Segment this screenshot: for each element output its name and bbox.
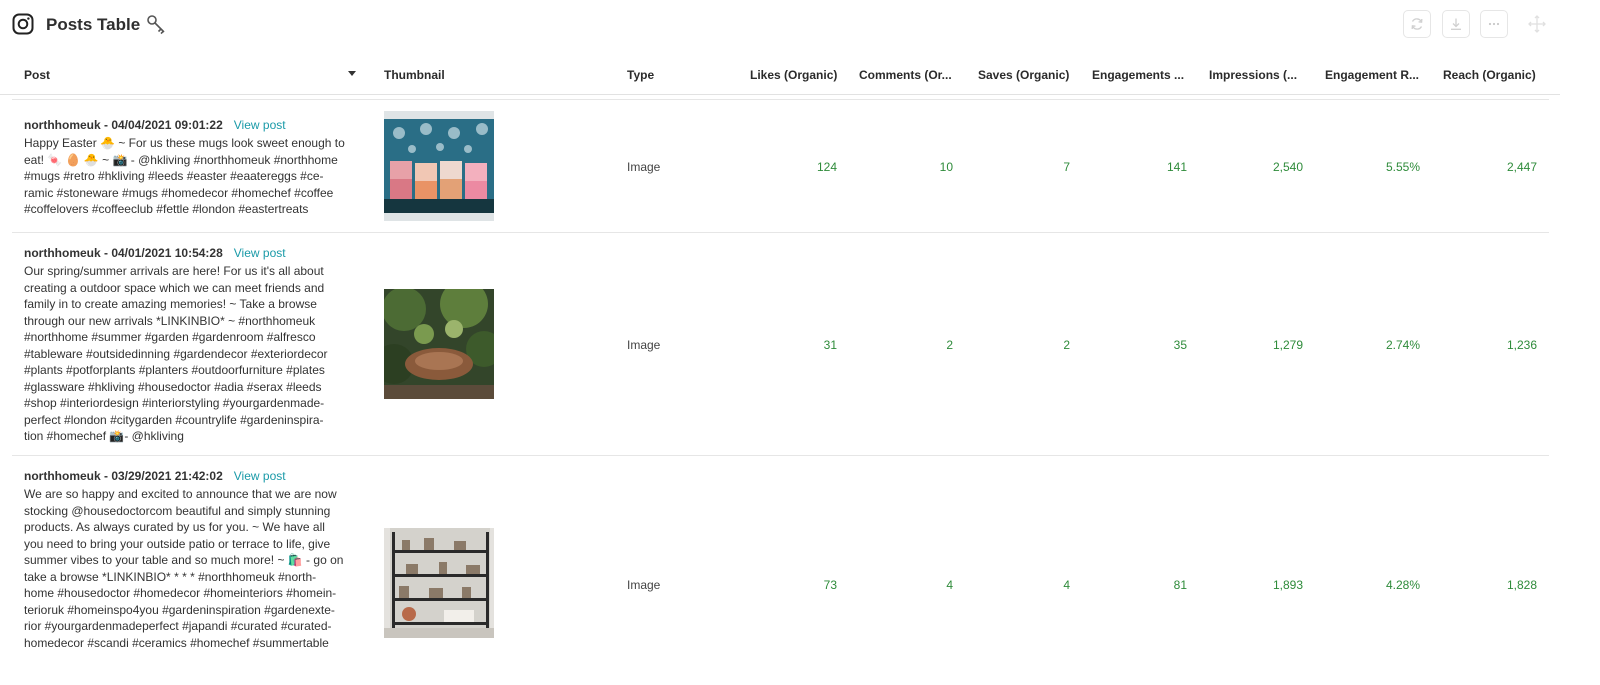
page-title: Posts Table [46,15,141,34]
post-caption: We are so happy and excited to announce … [24,487,344,650]
refresh-button[interactable] [1403,10,1431,38]
likes-value: 31 [823,338,837,352]
thumbnail-image-mugs [384,111,494,221]
widget-header: Posts Table [0,0,1600,52]
engagements-value: 35 [1173,338,1187,352]
download-button[interactable] [1442,10,1470,38]
post-thumbnail[interactable] [384,289,494,399]
post-header: northhomeuk - 03/29/2021 21:42:02 View po… [24,469,286,483]
table-row: northhomeuk - 04/04/2021 09:01:22 View po… [12,100,1549,233]
column-header-type[interactable]: Type [627,68,654,82]
view-post-link[interactable]: View post [234,118,286,132]
saves-value: 4 [1063,578,1070,592]
post-type: Image [627,338,661,352]
view-post-link[interactable]: View post [234,469,286,483]
thumbnail-image-garden [384,289,494,399]
comments-value: 4 [946,578,953,592]
post-account-date: northhomeuk - 03/29/2021 21:42:02 [24,469,223,483]
column-header-engagement-rate[interactable]: Engagement R... [1325,68,1419,82]
saves-value: 7 [1063,160,1070,174]
download-icon [1451,18,1461,30]
column-header-reach[interactable]: Reach (Organic) [1443,68,1536,82]
column-header-engagements[interactable]: Engagements ... [1092,68,1184,82]
reach-value: 1,236 [1506,338,1537,352]
reach-value: 2,447 [1506,160,1537,174]
post-thumbnail[interactable] [384,528,494,638]
post-account-date: northhomeuk - 04/01/2021 10:54:28 [24,246,223,260]
engagements-value: 81 [1173,578,1187,592]
table-header: Post Thumbnail Type Likes (Organic) Comm… [0,60,1560,95]
comments-value: 2 [946,338,953,352]
table-row: northhomeuk - 03/29/2021 21:42:02 View po… [12,455,1549,685]
likes-value: 73 [823,578,837,592]
engagement-rate-value: 4.28% [1385,578,1420,592]
thumbnail-image-shelves [384,528,494,638]
comments-value: 10 [939,160,953,174]
post-type: Image [627,160,661,174]
impressions-value: 1,893 [1272,578,1303,592]
table-row: northhomeuk - 04/01/2021 10:54:28 View po… [12,232,1549,456]
post-type: Image [627,578,661,592]
saves-value: 2 [1063,338,1070,352]
move-icon[interactable] [1527,14,1547,34]
instagram-icon [12,13,34,35]
view-post-link[interactable]: View post [234,246,286,260]
post-caption: Happy Easter 🐣 ~ For us these mugs look … [24,136,345,216]
refresh-icon [1411,18,1423,30]
post-account-date: northhomeuk - 04/04/2021 09:01:22 [24,118,223,132]
likes-value: 124 [816,160,837,174]
more-icon [1488,22,1500,26]
key-icon[interactable] [146,14,166,36]
post-header: northhomeuk - 04/04/2021 09:01:22 View po… [24,118,286,132]
more-options-button[interactable] [1480,10,1508,38]
engagements-value: 141 [1166,160,1187,174]
column-header-comments[interactable]: Comments (Or... [859,68,952,82]
column-header-post[interactable]: Post [24,68,50,82]
column-header-thumbnail[interactable]: Thumbnail [384,68,445,82]
column-header-likes[interactable]: Likes (Organic) [750,68,837,82]
impressions-value: 1,279 [1272,338,1303,352]
post-caption: Our spring/summer arrivals are here! For… [24,264,328,443]
engagement-rate-value: 5.55% [1385,160,1420,174]
impressions-value: 2,540 [1272,160,1303,174]
column-header-saves[interactable]: Saves (Organic) [978,68,1069,82]
column-header-impressions[interactable]: Impressions (... [1209,68,1297,82]
post-header: northhomeuk - 04/01/2021 10:54:28 View po… [24,246,286,260]
sort-caret-icon[interactable] [348,71,356,76]
reach-value: 1,828 [1506,578,1537,592]
engagement-rate-value: 2.74% [1385,338,1420,352]
post-thumbnail[interactable] [384,111,494,221]
